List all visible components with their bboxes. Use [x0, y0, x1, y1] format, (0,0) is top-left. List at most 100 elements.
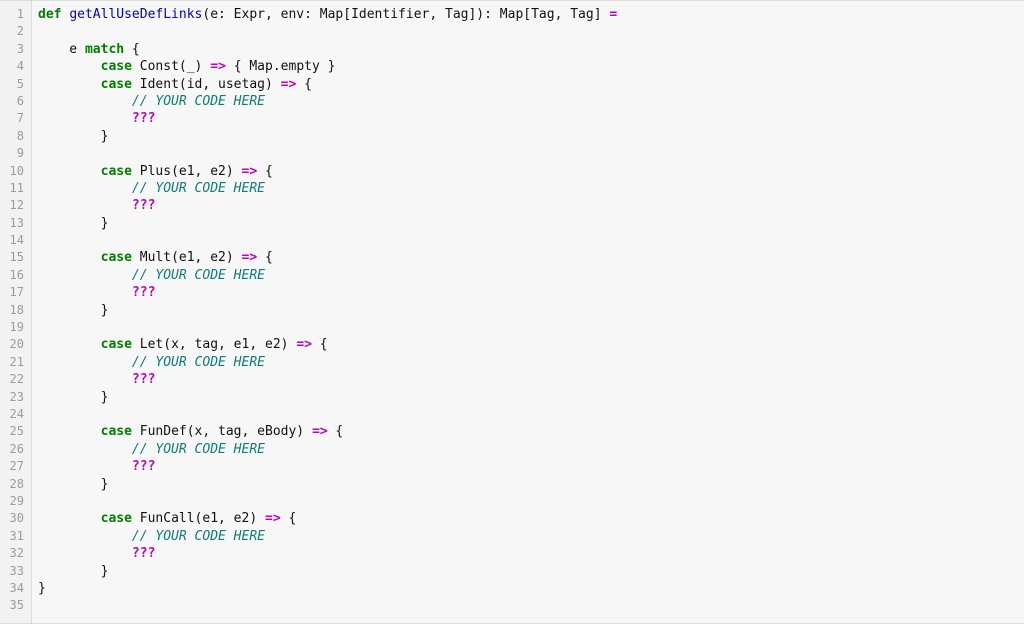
- token-plain: FunCall(e1, e2): [131, 511, 265, 527]
- line-number-gutter: 1 2 3 4 5 6 7 8 9 10 11 12 13 14 15 16 17 18 19 20 21 22 23 24 2…: [0, 1, 32, 623]
- line-number: 2: [16, 24, 24, 39]
- line-number: 34: [9, 580, 24, 595]
- line-number: 9: [16, 146, 24, 161]
- code-line[interactable]: // YOUR CODE HERE: [38, 441, 1024, 458]
- code-editor[interactable]: 1 2 3 4 5 6 7 8 9 10 11 12 13 14 15 16 17 18 19 20 21 22 23 24 2…: [0, 0, 1024, 624]
- code-line[interactable]: }: [38, 389, 1024, 406]
- token-plain: }: [38, 476, 109, 492]
- code-line[interactable]: [38, 597, 1024, 614]
- code-line[interactable]: }: [38, 580, 1024, 597]
- code-line[interactable]: ???: [38, 458, 1024, 475]
- code-line[interactable]: case Const(_) => { Map.empty }: [38, 58, 1024, 75]
- code-line[interactable]: }: [38, 476, 1024, 493]
- line-number: 19: [9, 320, 24, 335]
- code-line[interactable]: e match {: [38, 41, 1024, 58]
- code-line[interactable]: }: [38, 563, 1024, 580]
- code-line[interactable]: [38, 145, 1024, 162]
- token-plain: }: [38, 580, 46, 596]
- token-comment: // YOUR CODE HERE: [131, 267, 265, 283]
- token-kw: case: [100, 163, 132, 179]
- token-plain: }: [38, 302, 109, 318]
- token-op: =>: [311, 424, 328, 440]
- line-number: 21: [9, 354, 24, 369]
- line-number: 14: [9, 233, 24, 248]
- code-line[interactable]: [38, 232, 1024, 249]
- code-line[interactable]: case Let(x, tag, e1, e2) => {: [38, 336, 1024, 353]
- code-line[interactable]: // YOUR CODE HERE: [38, 354, 1024, 371]
- code-line[interactable]: ???: [38, 110, 1024, 127]
- token-plain: { Map.empty }: [225, 59, 336, 75]
- token-comment: // YOUR CODE HERE: [131, 354, 265, 370]
- line-number: 33: [9, 563, 24, 578]
- code-line[interactable]: [38, 319, 1024, 336]
- line-number: 17: [9, 285, 24, 300]
- token-plain: }: [38, 128, 109, 144]
- code-line[interactable]: [38, 23, 1024, 40]
- token-kw: case: [100, 250, 132, 266]
- code-line[interactable]: }: [38, 215, 1024, 232]
- line-number: 3: [16, 41, 24, 56]
- line-number: 23: [9, 389, 24, 404]
- line-number: 5: [16, 76, 24, 91]
- token-op: =: [609, 7, 618, 22]
- token-plain: {: [124, 41, 140, 57]
- token-plain: Let(x, tag, e1, e2): [131, 337, 297, 353]
- token-plain: {: [257, 163, 273, 179]
- code-line[interactable]: ???: [38, 197, 1024, 214]
- line-number: 15: [9, 250, 24, 265]
- token-op: =>: [241, 163, 258, 179]
- token-hole: ???: [131, 111, 156, 127]
- line-number: 31: [9, 528, 24, 543]
- token-comment: // YOUR CODE HERE: [131, 93, 265, 109]
- code-line[interactable]: case FunCall(e1, e2) => {: [38, 510, 1024, 527]
- code-line[interactable]: ???: [38, 284, 1024, 301]
- token-hole: ???: [131, 546, 156, 562]
- token-plain: }: [38, 215, 109, 231]
- code-line[interactable]: case Ident(id, usetag) => {: [38, 76, 1024, 93]
- token-plain: Mult(e1, e2): [131, 250, 242, 266]
- code-line[interactable]: case Plus(e1, e2) => {: [38, 163, 1024, 180]
- code-line[interactable]: [38, 406, 1024, 423]
- code-line[interactable]: }: [38, 128, 1024, 145]
- code-line[interactable]: // YOUR CODE HERE: [38, 267, 1024, 284]
- code-line[interactable]: }: [38, 302, 1024, 319]
- code-line[interactable]: case Mult(e1, e2) => {: [38, 249, 1024, 266]
- code-line[interactable]: ???: [38, 371, 1024, 388]
- line-number: 6: [16, 93, 24, 108]
- code-line[interactable]: ???: [38, 545, 1024, 562]
- token-hole: ???: [131, 459, 156, 475]
- token-hole: ???: [131, 198, 156, 214]
- code-content-area[interactable]: def getAllUseDefLinks(e: Expr, env: Map[…: [32, 1, 1024, 623]
- code-line[interactable]: case FunDef(x, tag, eBody) => {: [38, 423, 1024, 440]
- code-line[interactable]: [38, 493, 1024, 510]
- token-comment: // YOUR CODE HERE: [131, 180, 265, 196]
- line-number: 22: [9, 372, 24, 387]
- code-line[interactable]: // YOUR CODE HERE: [38, 93, 1024, 110]
- line-number: 32: [9, 546, 24, 561]
- line-number: 26: [9, 441, 24, 456]
- code-line[interactable]: // YOUR CODE HERE: [38, 180, 1024, 197]
- code-line[interactable]: def getAllUseDefLinks(e: Expr, env: Map[…: [38, 6, 1024, 23]
- token-comment: // YOUR CODE HERE: [131, 441, 265, 457]
- line-number: 30: [9, 511, 24, 526]
- line-number: 20: [9, 337, 24, 352]
- token-hole: ???: [131, 285, 156, 301]
- code-line[interactable]: // YOUR CODE HERE: [38, 528, 1024, 545]
- token-kw: case: [100, 337, 132, 353]
- line-number: 27: [9, 459, 24, 474]
- token-plain: {: [257, 250, 273, 266]
- token-op: =>: [241, 250, 258, 266]
